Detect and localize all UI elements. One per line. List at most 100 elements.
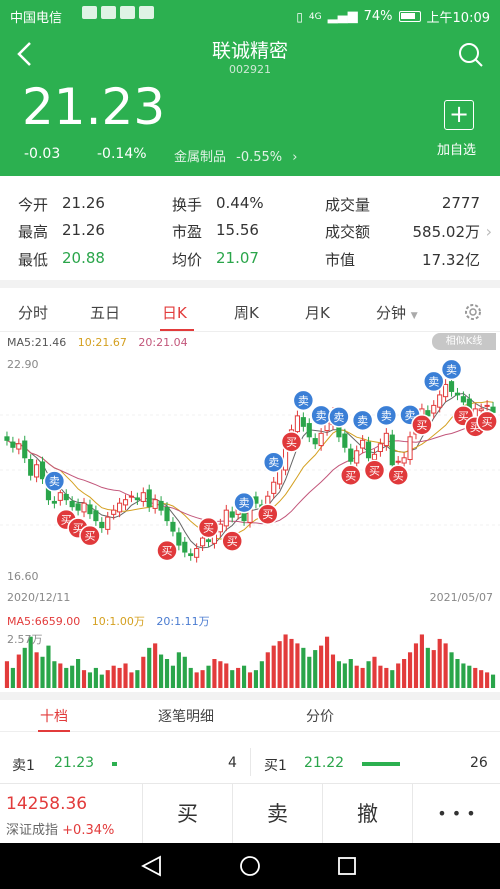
volume-bar (64, 667, 69, 688)
volume-bar (402, 659, 407, 688)
volume-bar (485, 672, 490, 688)
tab-price-distribution[interactable]: 分价 (306, 706, 334, 726)
candle (271, 481, 277, 494)
sell-marker-label: 卖 (239, 497, 250, 510)
buy-marker-label: 买 (393, 469, 404, 482)
trade-footer: 14258.36 深证成指 +0.34% 买 卖 撤 • • • (0, 783, 500, 844)
chart-tabs: 分时 五日 日K 周K 月K 分钟 ▼ (0, 292, 500, 332)
tab-weekly-k[interactable]: 周K (234, 302, 259, 323)
buy-button[interactable]: 买 (142, 784, 232, 844)
add-watchlist-label[interactable]: 加自选 (437, 139, 476, 158)
volume-bar (182, 656, 187, 688)
volume-bar (212, 659, 217, 688)
tab-minute[interactable]: 分钟 ▼ (376, 302, 418, 323)
candle (182, 541, 188, 553)
buy-marker-label: 买 (345, 469, 356, 482)
buy-marker-label: 买 (162, 545, 173, 558)
sell-marker-label: 卖 (49, 475, 60, 488)
volume-bar (378, 665, 383, 688)
status-right: ▯ 4G ▂▄▆ 74% 上午10:09 (296, 7, 490, 26)
candle (10, 441, 16, 448)
volume-bar (295, 643, 300, 688)
tab-daily-k[interactable]: 日K (162, 302, 187, 323)
volume-bar (443, 643, 448, 688)
candle (140, 492, 146, 502)
volume-bar (241, 665, 247, 688)
volume-bar (324, 636, 330, 688)
volume-bar (396, 663, 401, 688)
sell-marker-label: 卖 (316, 409, 327, 422)
volume-bar (34, 652, 39, 688)
search-icon[interactable] (458, 42, 484, 68)
settings-gear-icon[interactable] (462, 301, 484, 327)
nav-recents-icon[interactable] (338, 857, 356, 875)
more-button[interactable]: • • • (412, 784, 500, 844)
candle (28, 459, 34, 476)
quote-stats[interactable]: 今开 21.26 最高 21.26 最低 20.88 换手 0.44% 市盈 1… (0, 176, 500, 276)
volume-bar (111, 665, 116, 688)
tab-timeshare[interactable]: 分时 (18, 302, 48, 323)
volume-bar (342, 663, 347, 688)
stat-open: 今开 21.26 (18, 194, 105, 214)
volume-bar (52, 661, 57, 688)
sell-button[interactable]: 卖 (232, 784, 322, 844)
notification-icons (82, 6, 154, 19)
stock-header: 中国电信 ▯ 4G ▂▄▆ 74% 上午10:09 联诚精密 002921 21… (0, 0, 500, 176)
add-watchlist-button[interactable]: + (444, 100, 474, 130)
volume-chart[interactable] (0, 628, 500, 690)
volume-bar (218, 661, 223, 688)
candle (437, 394, 443, 408)
similar-k-button[interactable]: 相似K线 (432, 333, 496, 350)
buy-marker-label: 买 (227, 535, 238, 548)
candle (431, 404, 437, 414)
stat-volume: 成交量 2777 (325, 194, 480, 214)
buy1-price: 21.22 (304, 755, 345, 771)
volume-bar (384, 667, 389, 688)
candle (342, 433, 348, 448)
volume-bar (135, 670, 140, 688)
stat-amount: 成交额 585.02万 (325, 223, 480, 241)
candle (389, 434, 395, 466)
volume-bar (58, 663, 63, 688)
buy-marker-label: 买 (482, 415, 493, 428)
candle (51, 500, 57, 504)
volume-bar (366, 661, 371, 688)
price-change: -0.03 (24, 146, 61, 162)
volume-bar (170, 665, 176, 688)
volume-bar (336, 661, 341, 688)
volume-bar (301, 647, 306, 688)
stat-pe: 市盈 15.56 (172, 221, 259, 241)
tab-five-day[interactable]: 五日 (90, 302, 120, 323)
nav-home-icon[interactable] (240, 856, 260, 876)
candle (223, 509, 229, 527)
sell1-volume-bar (112, 762, 117, 766)
candle (39, 461, 46, 480)
tab-tick-details[interactable]: 逐笔明细 (158, 706, 214, 726)
volume-bar (253, 670, 259, 688)
candle (407, 436, 413, 461)
cancel-button[interactable]: 撤 (322, 784, 412, 844)
nav-back-icon[interactable] (141, 855, 161, 877)
candle (75, 503, 81, 511)
tab-monthly-k[interactable]: 月K (305, 302, 330, 323)
candle (306, 423, 312, 438)
volume-bar (413, 643, 419, 688)
index-name: 深证成指 +0.34% (6, 823, 115, 838)
volume-bar (236, 667, 241, 688)
volume-bar (360, 667, 365, 688)
candle (478, 408, 484, 412)
battery-percent: 74% (363, 9, 393, 24)
app-notification-icon (82, 6, 97, 19)
stock-name: 联诚精密 (211, 40, 288, 62)
tab-ten-levels[interactable]: 十档 (40, 706, 68, 726)
candle (63, 493, 69, 501)
candle (69, 500, 75, 508)
candle (152, 499, 158, 509)
volume-bar (419, 634, 424, 688)
sector-link[interactable]: 金属制品 -0.55% › (174, 146, 298, 165)
chevron-right-icon: › (485, 222, 492, 241)
buy-marker-label: 买 (369, 464, 380, 477)
candle (146, 489, 152, 508)
candlestick-chart[interactable]: 卖买买买买买买卖买卖买卖卖 卖买卖买卖买卖买卖卖买买买 (0, 350, 500, 590)
candle (425, 410, 431, 417)
